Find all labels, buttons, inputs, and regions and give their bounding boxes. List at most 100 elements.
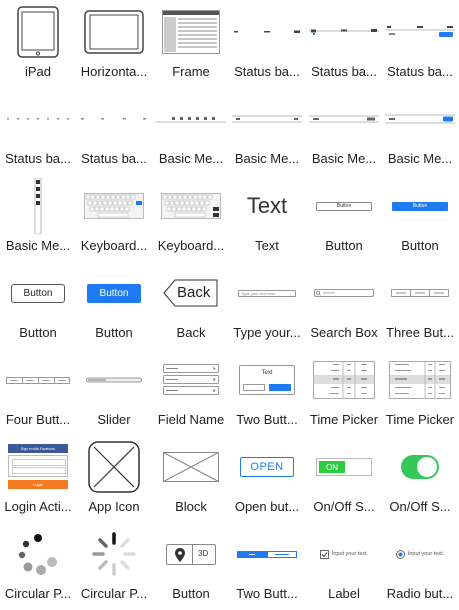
shape-label: Button — [95, 325, 133, 340]
shape-ipad[interactable]: iPad — [0, 0, 76, 87]
shape-time-picker-2[interactable]: Time Picker — [382, 348, 458, 435]
shape-status-bar-3[interactable]: Status ba... — [382, 0, 458, 87]
frame-icon — [153, 4, 229, 60]
status-bar-icon — [306, 4, 382, 60]
shape-button-small-blue[interactable]: Button Button — [382, 174, 458, 261]
login-preview: Sign in with Facebook Login — [0, 439, 76, 495]
shape-label: Three But... — [386, 325, 454, 340]
shape-on-off-switch-2[interactable]: On/Off S... — [382, 435, 458, 522]
map-3d-preview: 3D — [153, 526, 229, 582]
shape-circular-progress-2[interactable]: Circular P... — [76, 522, 152, 609]
shape-four-buttons[interactable]: Four Butt... — [0, 348, 76, 435]
status-bar-icon — [229, 4, 305, 60]
shape-label: Label — [328, 586, 360, 601]
shape-login-action[interactable]: Sign in with Facebook Login Login Acti..… — [0, 435, 76, 522]
shape-label: Block — [175, 499, 207, 514]
shape-label: Basic Me... — [5, 238, 71, 253]
shape-basic-menu-1[interactable]: Basic Me... — [153, 87, 229, 174]
shape-three-buttons[interactable]: Three But... — [382, 261, 458, 348]
button-sample: Button — [87, 283, 141, 303]
shape-label: App Icon — [88, 499, 140, 514]
shape-open-button[interactable]: OPEN Open but... — [229, 435, 305, 522]
status-bar-icon — [76, 91, 152, 147]
shape-button-blue[interactable]: Button Button — [76, 261, 152, 348]
block-icon — [153, 439, 229, 495]
radio-preview: Input your text. — [382, 526, 458, 582]
shape-block[interactable]: Block — [153, 435, 229, 522]
shape-app-icon[interactable]: App Icon — [76, 435, 152, 522]
shape-button-outline[interactable]: Button Button — [0, 261, 76, 348]
shape-label: Back — [176, 325, 206, 340]
shape-basic-menu-vertical[interactable]: Basic Me... — [0, 174, 76, 261]
shape-label: On/Off S... — [313, 499, 375, 514]
button-preview: Button — [382, 178, 458, 234]
shape-label: Two Butt... — [236, 412, 298, 427]
shape-on-off-switch-1[interactable]: ON On/Off S... — [306, 435, 382, 522]
shape-library-grid: iPad Horizonta... Frame Status ba... Sta… — [0, 0, 459, 610]
shape-time-picker-1[interactable]: Time Picker — [306, 348, 382, 435]
shape-basic-menu-4[interactable]: Basic Me... — [382, 87, 458, 174]
shape-label: Basic Me... — [311, 151, 377, 166]
shape-field-name[interactable]: Field Name — [153, 348, 229, 435]
shape-label: Time Picker — [309, 412, 379, 427]
shape-keyboard-1[interactable]: Keyboard... — [76, 174, 152, 261]
shape-label: Horizonta... — [80, 64, 148, 79]
shape-label: Search Box — [310, 325, 378, 340]
button-preview: Button — [0, 265, 76, 321]
shape-status-bar-4[interactable]: Status ba... — [0, 87, 76, 174]
shape-label: Basic Me... — [158, 151, 224, 166]
shape-button-small-outline[interactable]: Button Button — [306, 174, 382, 261]
shape-label: Open but... — [234, 499, 300, 514]
dialog-preview: Text — [229, 352, 305, 408]
map-3d-button: 3D — [166, 543, 216, 565]
shape-label: Keyboard... — [80, 238, 148, 253]
shape-status-bar-2[interactable]: Status ba... — [306, 0, 382, 87]
search-preview — [306, 265, 382, 321]
search-icon — [314, 289, 374, 297]
shape-circular-progress-1[interactable]: Circular P... — [0, 522, 76, 609]
radio-icon — [395, 549, 405, 559]
time-picker-icon — [382, 352, 458, 408]
shape-label-checkbox[interactable]: Input your text. Label — [306, 522, 382, 609]
keyboard-icon — [76, 178, 152, 234]
shape-two-buttons-dialog[interactable]: Text Two Butt... — [229, 348, 305, 435]
login-form: Sign in with Facebook Login — [8, 444, 68, 490]
shape-two-buttons-segmented[interactable]: Two Butt... — [229, 522, 305, 609]
shape-basic-menu-2[interactable]: Basic Me... — [229, 87, 305, 174]
dialog-title: Text — [261, 370, 273, 376]
shape-label: Status ba... — [81, 151, 147, 166]
text-preview: Text — [229, 178, 305, 234]
shape-radio-button[interactable]: Input your text. Radio but... — [382, 522, 458, 609]
location-pin-icon — [175, 547, 185, 562]
shape-basic-menu-3[interactable]: Basic Me... — [306, 87, 382, 174]
shape-button-map-3d[interactable]: 3D Button — [153, 522, 229, 609]
shape-ipad-horizontal[interactable]: Horizonta... — [76, 0, 152, 87]
toggle-on-label: ON — [319, 461, 345, 473]
shape-label: Status ba... — [5, 151, 71, 166]
shape-search-box[interactable]: Search Box — [306, 261, 382, 348]
shape-type-your-text[interactable]: Type your text here Type your... — [229, 261, 305, 348]
shape-status-bar-1[interactable]: Status ba... — [229, 0, 305, 87]
shape-label: Button — [172, 586, 210, 601]
shape-label: Basic Me... — [234, 151, 300, 166]
shape-label: Frame — [172, 64, 210, 79]
shape-back[interactable]: Back Back — [153, 261, 229, 348]
segmented-control-preview — [229, 526, 305, 582]
basic-menu-icon — [153, 91, 229, 147]
shape-status-bar-5[interactable]: Status ba... — [76, 87, 152, 174]
login-button: Login — [8, 480, 68, 489]
shape-label: Text — [255, 238, 279, 253]
toggle-switch: ON — [316, 458, 372, 476]
facebook-header: Sign in with Facebook — [8, 444, 68, 453]
shape-text[interactable]: Text Text — [229, 174, 305, 261]
four-buttons-preview — [0, 352, 76, 408]
shape-label: Four Butt... — [5, 412, 71, 427]
spinner-lines-icon — [76, 526, 152, 582]
button-preview: Button — [306, 178, 382, 234]
shape-frame[interactable]: Frame — [153, 0, 229, 87]
toggle-preview: ON — [306, 439, 382, 495]
shape-slider[interactable]: Slider — [76, 348, 152, 435]
spinner-dots-icon — [0, 526, 76, 582]
shape-keyboard-2[interactable]: Keyboard... — [153, 174, 229, 261]
shape-label: Time Picker — [385, 412, 455, 427]
